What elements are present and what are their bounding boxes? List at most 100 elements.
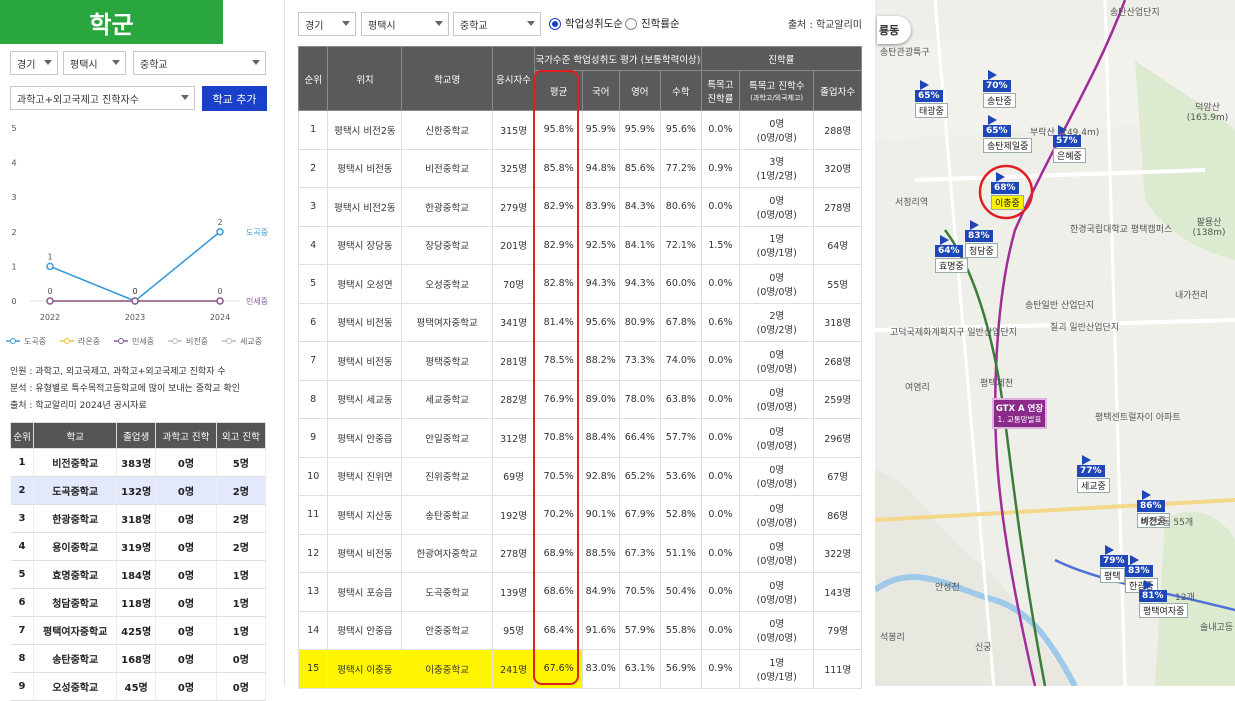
province-select[interactable]: 경기	[10, 51, 58, 75]
table-cell: 0명 (0명/0명)	[739, 187, 815, 227]
table-row[interactable]: 5 효명중학교 184명 0명 1명	[10, 560, 267, 589]
table-cell: 95명	[491, 610, 536, 650]
table-row[interactable]: 5 평택시 오성면 오성중학교 70명 82.8% 94.3% 94.3% 60.0% 0.0%…	[297, 264, 862, 304]
table-cell: 0.0%	[700, 187, 741, 227]
ranking-header-3: 과학고 진학	[155, 422, 217, 449]
table-row[interactable]: 11 평택시 지산동 송탄중학교 192명 70.2% 90.1% 67.9% 52.8% 0.…	[297, 495, 862, 535]
city-select[interactable]: 평택시	[63, 51, 126, 75]
table-cell: 63.1%	[618, 649, 662, 689]
table-cell: 322명	[813, 533, 862, 573]
pin-school-name: 은혜중	[1053, 148, 1086, 163]
map-pin[interactable]: 68% 이충중	[991, 172, 1024, 210]
legend-marker	[64, 338, 70, 344]
map-pin[interactable]: 79% 평택	[1100, 545, 1128, 583]
table-cell: 평택여자중학교	[401, 302, 493, 342]
table-row[interactable]: 2 평택시 비전동 비전중학교 325명 85.8% 94.8% 85.6% 77.2% 0.9…	[297, 148, 862, 188]
table-row[interactable]: 4 용이중학교 319명 0명 2명	[10, 532, 267, 561]
school-type-select[interactable]: 중학교	[133, 51, 266, 75]
gtx-badge[interactable]: GTX A 연장 1. 교통망발표	[992, 398, 1047, 429]
table-cell: 0명 (0명/0명)	[739, 264, 815, 304]
table-cell: 7	[10, 616, 35, 645]
table-cell: 오성중학교	[401, 264, 493, 304]
table-row[interactable]: 7 평택여자중학교 425명 0명 1명	[10, 616, 267, 645]
table-cell: 효명중학교	[33, 560, 118, 589]
table-cell: 3	[10, 504, 35, 533]
table-row[interactable]: 15 평택시 이충동 이충중학교 241명 67.6% 83.0% 63.1% 56.9% 0.…	[297, 649, 862, 689]
table-row[interactable]: 1 비전중학교 383명 0명 5명	[10, 448, 267, 477]
table-row[interactable]: 8 송탄중학교 168명 0명 0명	[10, 644, 267, 673]
table-cell: 67.9%	[618, 495, 662, 535]
table-cell: 90.1%	[582, 495, 620, 535]
table-row[interactable]: 14 평택시 안중읍 안중중학교 95명 68.4% 91.6% 57.9% 55.8% 0.0…	[297, 610, 862, 650]
table-cell: 평택시 비전동	[327, 533, 403, 573]
table-row[interactable]: 6 평택시 비전동 평택여자중학교 341명 81.4% 95.6% 80.9% 67.8% 0…	[297, 302, 862, 342]
table-cell: 0명 (0명/0명)	[739, 379, 815, 419]
sort-achievement-radio[interactable]: 학업성취도순	[549, 16, 623, 31]
table-row[interactable]: 13 평택시 포승읍 도곡중학교 139명 68.6% 84.9% 70.5% 50.4% 0.…	[297, 572, 862, 612]
map-region-tab[interactable]: 룡동	[877, 16, 911, 44]
special-count: 0명	[769, 580, 785, 592]
table-cell: 4	[10, 532, 35, 561]
special-count: 0명	[769, 272, 785, 284]
table-cell: 201명	[491, 225, 536, 265]
school-type-value: 중학교	[460, 20, 488, 32]
table-cell: 3명 (1명/2명)	[739, 148, 815, 188]
table-cell: 12	[297, 533, 329, 573]
add-school-button[interactable]: 학교 추가	[202, 86, 267, 111]
table-cell: 1명	[216, 560, 267, 589]
map-label: 석봉리	[880, 633, 905, 643]
city-select-2[interactable]: 평택시	[361, 12, 449, 36]
table-cell: 송탄중학교	[401, 495, 493, 535]
header-math: 수학	[660, 70, 702, 111]
table-cell: 9	[10, 672, 35, 701]
map-pin[interactable]: 65% 송탄제일중	[983, 115, 1033, 153]
table-cell: 평택시 포승읍	[327, 572, 403, 612]
legend-marker	[10, 338, 16, 344]
table-cell: 5명	[216, 448, 267, 477]
table-row[interactable]: 2 도곡중학교 132명 0명 2명	[10, 476, 267, 505]
map-panel[interactable]: 룡동 65% 태광중 70% 송탄중 65% 송탄제일중 57% 은혜중 68% 이충중 83% 청담…	[875, 0, 1235, 686]
map-pin[interactable]: 83% 청담중	[965, 220, 998, 258]
table-row[interactable]: 6 청담중학교 118명 0명 1명	[10, 588, 267, 617]
table-cell: 95.6%	[582, 302, 620, 342]
special-count: 3명	[769, 157, 785, 169]
map-pin[interactable]: 77% 세교중	[1077, 455, 1110, 493]
flag-icon	[940, 235, 949, 245]
table-row[interactable]: 9 평택시 안중읍 안일중학교 312명 70.8% 88.4% 66.4% 57.7% 0.0…	[297, 418, 862, 458]
table-row[interactable]: 4 평택시 장당동 장당중학교 201명 82.9% 92.5% 84.1% 72.1% 1.5…	[297, 225, 862, 265]
pin-percent: 68%	[991, 182, 1019, 194]
flag-icon	[988, 70, 997, 80]
pin-percent: 81%	[1139, 590, 1167, 602]
map-pin[interactable]: 70% 송탄중	[983, 70, 1016, 108]
table-row[interactable]: 9 오성중학교 45명 0명 0명	[10, 672, 267, 701]
table-cell: 평택시 오성면	[327, 264, 403, 304]
table-row[interactable]: 3 한광중학교 318명 0명 2명	[10, 504, 267, 533]
special-count-detail: (0명/0명)	[756, 402, 797, 414]
table-row[interactable]: 8 평택시 세교동 세교중학교 282명 76.9% 89.0% 78.0% 63.8% 0.0…	[297, 379, 862, 419]
table-cell: 1	[10, 448, 35, 477]
map-pin[interactable]: 65% 태광중	[915, 80, 948, 118]
table-row[interactable]: 7 평택시 비전동 평택중학교 281명 78.5% 88.2% 73.3% 74.0% 0.0…	[297, 341, 862, 381]
table-row[interactable]: 12 평택시 비전동 한광여자중학교 278명 68.9% 88.5% 67.3% 51.1%…	[297, 533, 862, 573]
table-cell: 139명	[491, 572, 536, 612]
map-pin[interactable]: 64% 효명중	[935, 235, 968, 273]
pin-percent: 64%	[935, 245, 963, 257]
special-count: 0명	[769, 426, 785, 438]
school-type-select-2[interactable]: 중학교	[453, 12, 541, 36]
special-count: 0명	[769, 542, 785, 554]
sort-advancement-radio[interactable]: 진학률순	[625, 16, 680, 31]
table-cell: 73.3%	[618, 341, 662, 381]
table-row[interactable]: 10 평택시 진위면 진위중학교 69명 70.5% 92.8% 65.2% 53.6% 0.0…	[297, 456, 862, 496]
table-cell: 57.9%	[618, 610, 662, 650]
ranking-header-1: 학교	[33, 422, 118, 449]
table-row[interactable]: 3 평택시 비전2동 한광중학교 279명 82.9% 83.9% 84.3% 80.6% 0.…	[297, 187, 862, 227]
province-select-2[interactable]: 경기	[298, 12, 356, 36]
table-cell: 318명	[813, 302, 862, 342]
criteria-select[interactable]: 과학고+외고국제고 진학자수	[10, 86, 195, 110]
table-cell: 50.4%	[660, 572, 702, 612]
table-cell: 평택시 비전2동	[327, 187, 403, 227]
pin-percent: 65%	[983, 125, 1011, 137]
table-cell: 13	[297, 572, 329, 612]
table-row[interactable]: 1 평택시 비전2동 신한중학교 315명 95.8% 95.9% 95.9% 95.6% 0.…	[297, 110, 862, 150]
table-cell: 0명 (0명/0명)	[739, 533, 815, 573]
